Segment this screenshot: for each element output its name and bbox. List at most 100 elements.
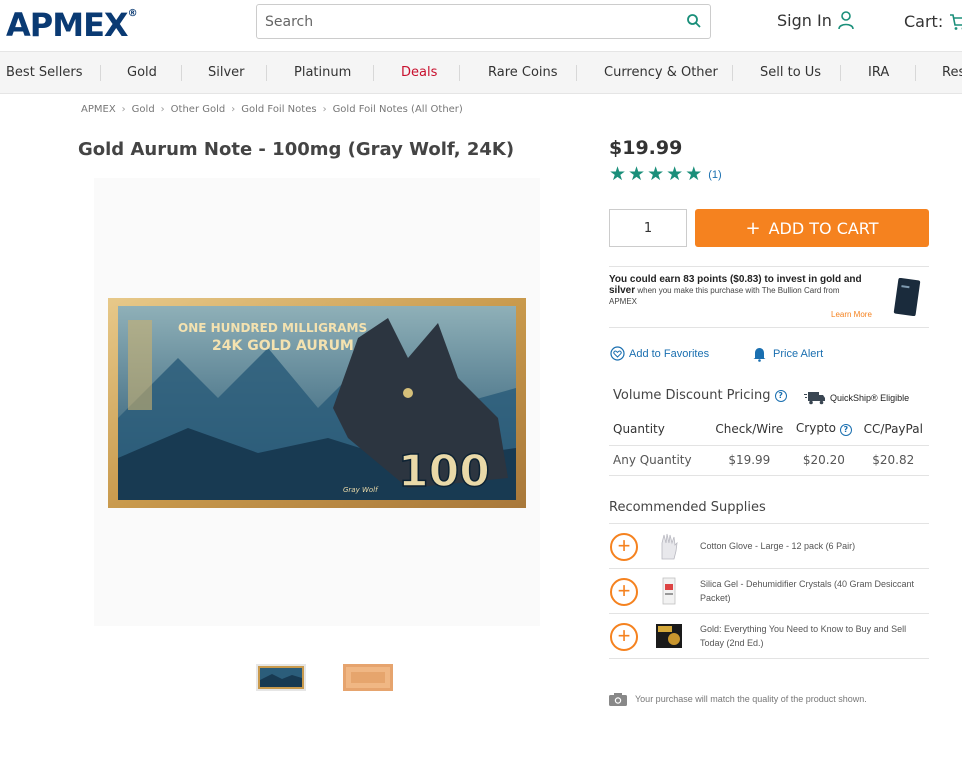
price-alert-link[interactable]: Price Alert [752, 346, 823, 362]
star-rating[interactable]: ★ ★ ★ ★ ★ (1) [609, 165, 722, 185]
nav-rare-coins[interactable]: Rare Coins [488, 52, 558, 94]
cart-label: Cart: [904, 12, 944, 31]
list-item: + Cotton Glove - Large - 12 pack (6 Pair… [609, 524, 929, 569]
glove-image [661, 533, 678, 560]
supply-label[interactable]: Gold: Everything You Need to Know to Buy… [700, 622, 932, 650]
user-icon [838, 11, 854, 30]
thumbnail-front-image [258, 666, 304, 689]
star-icon: ★ [609, 164, 627, 185]
price-alert-label: Price Alert [773, 348, 824, 360]
promo-text: You could earn 83 points ($0.83) to inve… [609, 274, 862, 306]
breadcrumb: APMEX › Gold › Other Gold › Gold Foil No… [81, 104, 463, 115]
nav-divider [915, 65, 916, 81]
nav-divider [266, 65, 267, 81]
bullion-card-promo: You could earn 83 points ($0.83) to inve… [609, 266, 929, 328]
cart-link[interactable]: Cart: [904, 12, 962, 31]
help-icon[interactable]: ? [774, 389, 787, 402]
add-supply-button[interactable]: + [610, 623, 638, 651]
search-input[interactable] [257, 5, 657, 38]
favorites-label: Add to Favorites [629, 347, 710, 360]
column-header: Check/Wire [708, 413, 791, 446]
quantity-input[interactable] [609, 209, 687, 247]
add-to-cart-button[interactable]: + ADD TO CART [695, 209, 929, 247]
nav-silver[interactable]: Silver [208, 52, 245, 94]
recommended-supplies-title: Recommended Supplies [609, 500, 766, 515]
nav-currency-other[interactable]: Currency & Other [604, 52, 718, 94]
sign-in-link[interactable]: Sign In [777, 10, 854, 30]
quickship-badge[interactable]: QuickShip® Eligible [804, 390, 909, 405]
column-header: CC/PayPal [857, 413, 929, 446]
apmex-logo[interactable]: APMEX® [6, 6, 138, 44]
search-box[interactable] [256, 4, 711, 39]
breadcrumb-item[interactable]: Gold Foil Notes [241, 104, 316, 115]
quality-disclaimer: Your purchase will match the quality of … [609, 692, 867, 706]
list-item: + Silica Gel - Dehumidifier Crystals (40… [609, 569, 929, 614]
svg-text:100: 100 [398, 446, 490, 497]
review-count-link[interactable]: (1) [708, 169, 721, 181]
star-icon: ★ [628, 164, 646, 185]
add-supply-button[interactable]: + [610, 578, 638, 606]
breadcrumb-item[interactable]: APMEX [81, 104, 116, 115]
main-nav: Best Sellers Gold Silver Platinum Deals … [0, 51, 962, 94]
bell-icon [753, 348, 766, 362]
chevron-right-icon: › [160, 104, 165, 115]
nav-divider [181, 65, 182, 81]
help-icon[interactable]: ? [839, 424, 852, 437]
page-title: Gold Aurum Note - 100mg (Gray Wolf, 24K) [78, 139, 515, 160]
table-cell: $20.20 [790, 445, 858, 476]
gold-note-image: ONE HUNDRED MILLIGRAMS 24K GOLD AURUM 10… [108, 298, 526, 508]
truck-icon [804, 392, 825, 405]
nav-divider [840, 65, 841, 81]
nav-resources[interactable]: Res [942, 52, 962, 94]
star-icon: ★ [685, 164, 703, 185]
star-icon: ★ [666, 164, 684, 185]
product-image[interactable]: ONE HUNDRED MILLIGRAMS 24K GOLD AURUM 10… [94, 178, 540, 626]
nav-best-sellers[interactable]: Best Sellers [6, 52, 83, 94]
site-header: APMEX® Sign In Cart: [0, 0, 962, 50]
cart-icon [950, 13, 962, 30]
volume-discount-title: Volume Discount Pricing ? [613, 388, 787, 403]
nav-sell-to-us[interactable]: Sell to Us [760, 52, 821, 94]
breadcrumb-item[interactable]: Other Gold [171, 104, 226, 115]
sign-in-label: Sign In [777, 10, 832, 30]
svg-text:ONE HUNDRED MILLIGRAMS: ONE HUNDRED MILLIGRAMS [178, 321, 367, 335]
supply-label[interactable]: Cotton Glove - Large - 12 pack (6 Pair) [700, 539, 932, 553]
supply-label[interactable]: Silica Gel - Dehumidifier Crystals (40 G… [700, 577, 932, 605]
learn-more-link[interactable]: Learn More [831, 310, 872, 319]
thumbnail-front[interactable] [256, 664, 306, 691]
nav-divider [373, 65, 374, 81]
breadcrumb-item[interactable]: Gold [132, 104, 155, 115]
svg-text:24K GOLD AURUM: 24K GOLD AURUM [212, 338, 354, 354]
nav-gold[interactable]: Gold [127, 52, 157, 94]
table-cell: $20.82 [857, 445, 929, 476]
breadcrumb-item[interactable]: Gold Foil Notes (All Other) [333, 104, 463, 115]
table-cell: Any Quantity [609, 445, 709, 476]
camera-icon [609, 693, 627, 706]
silica-gel-image [662, 577, 676, 605]
nav-platinum[interactable]: Platinum [294, 52, 351, 94]
thumbnail-back[interactable] [343, 664, 393, 691]
book-image [656, 624, 682, 648]
add-to-favorites-link[interactable]: Add to Favorites [610, 346, 709, 361]
volume-pricing-table: Quantity Check/Wire Crypto ? CC/PayPal A… [609, 413, 929, 476]
nav-ira[interactable]: IRA [868, 52, 889, 94]
column-header: Quantity [609, 413, 709, 446]
nav-divider [576, 65, 577, 81]
chevron-right-icon: › [322, 104, 327, 115]
table-cell: $19.99 [708, 445, 791, 476]
search-icon[interactable] [686, 13, 702, 29]
table-row: Any Quantity $19.99 $20.20 $20.82 [609, 445, 929, 476]
nav-divider [100, 65, 101, 81]
chevron-right-icon: › [231, 104, 236, 115]
thumbnail-back-image [343, 664, 393, 691]
nav-deals[interactable]: Deals [401, 52, 437, 94]
chevron-right-icon: › [121, 104, 126, 115]
bullion-card-image [893, 278, 921, 316]
column-header: Crypto ? [790, 413, 858, 446]
list-item: + Gold: Everything You Need to Know to B… [609, 614, 929, 659]
heart-icon [610, 346, 625, 361]
nav-divider [732, 65, 733, 81]
add-supply-button[interactable]: + [610, 533, 638, 561]
product-price: $19.99 [609, 137, 683, 159]
recommended-supplies-list: + Cotton Glove - Large - 12 pack (6 Pair… [609, 523, 929, 659]
